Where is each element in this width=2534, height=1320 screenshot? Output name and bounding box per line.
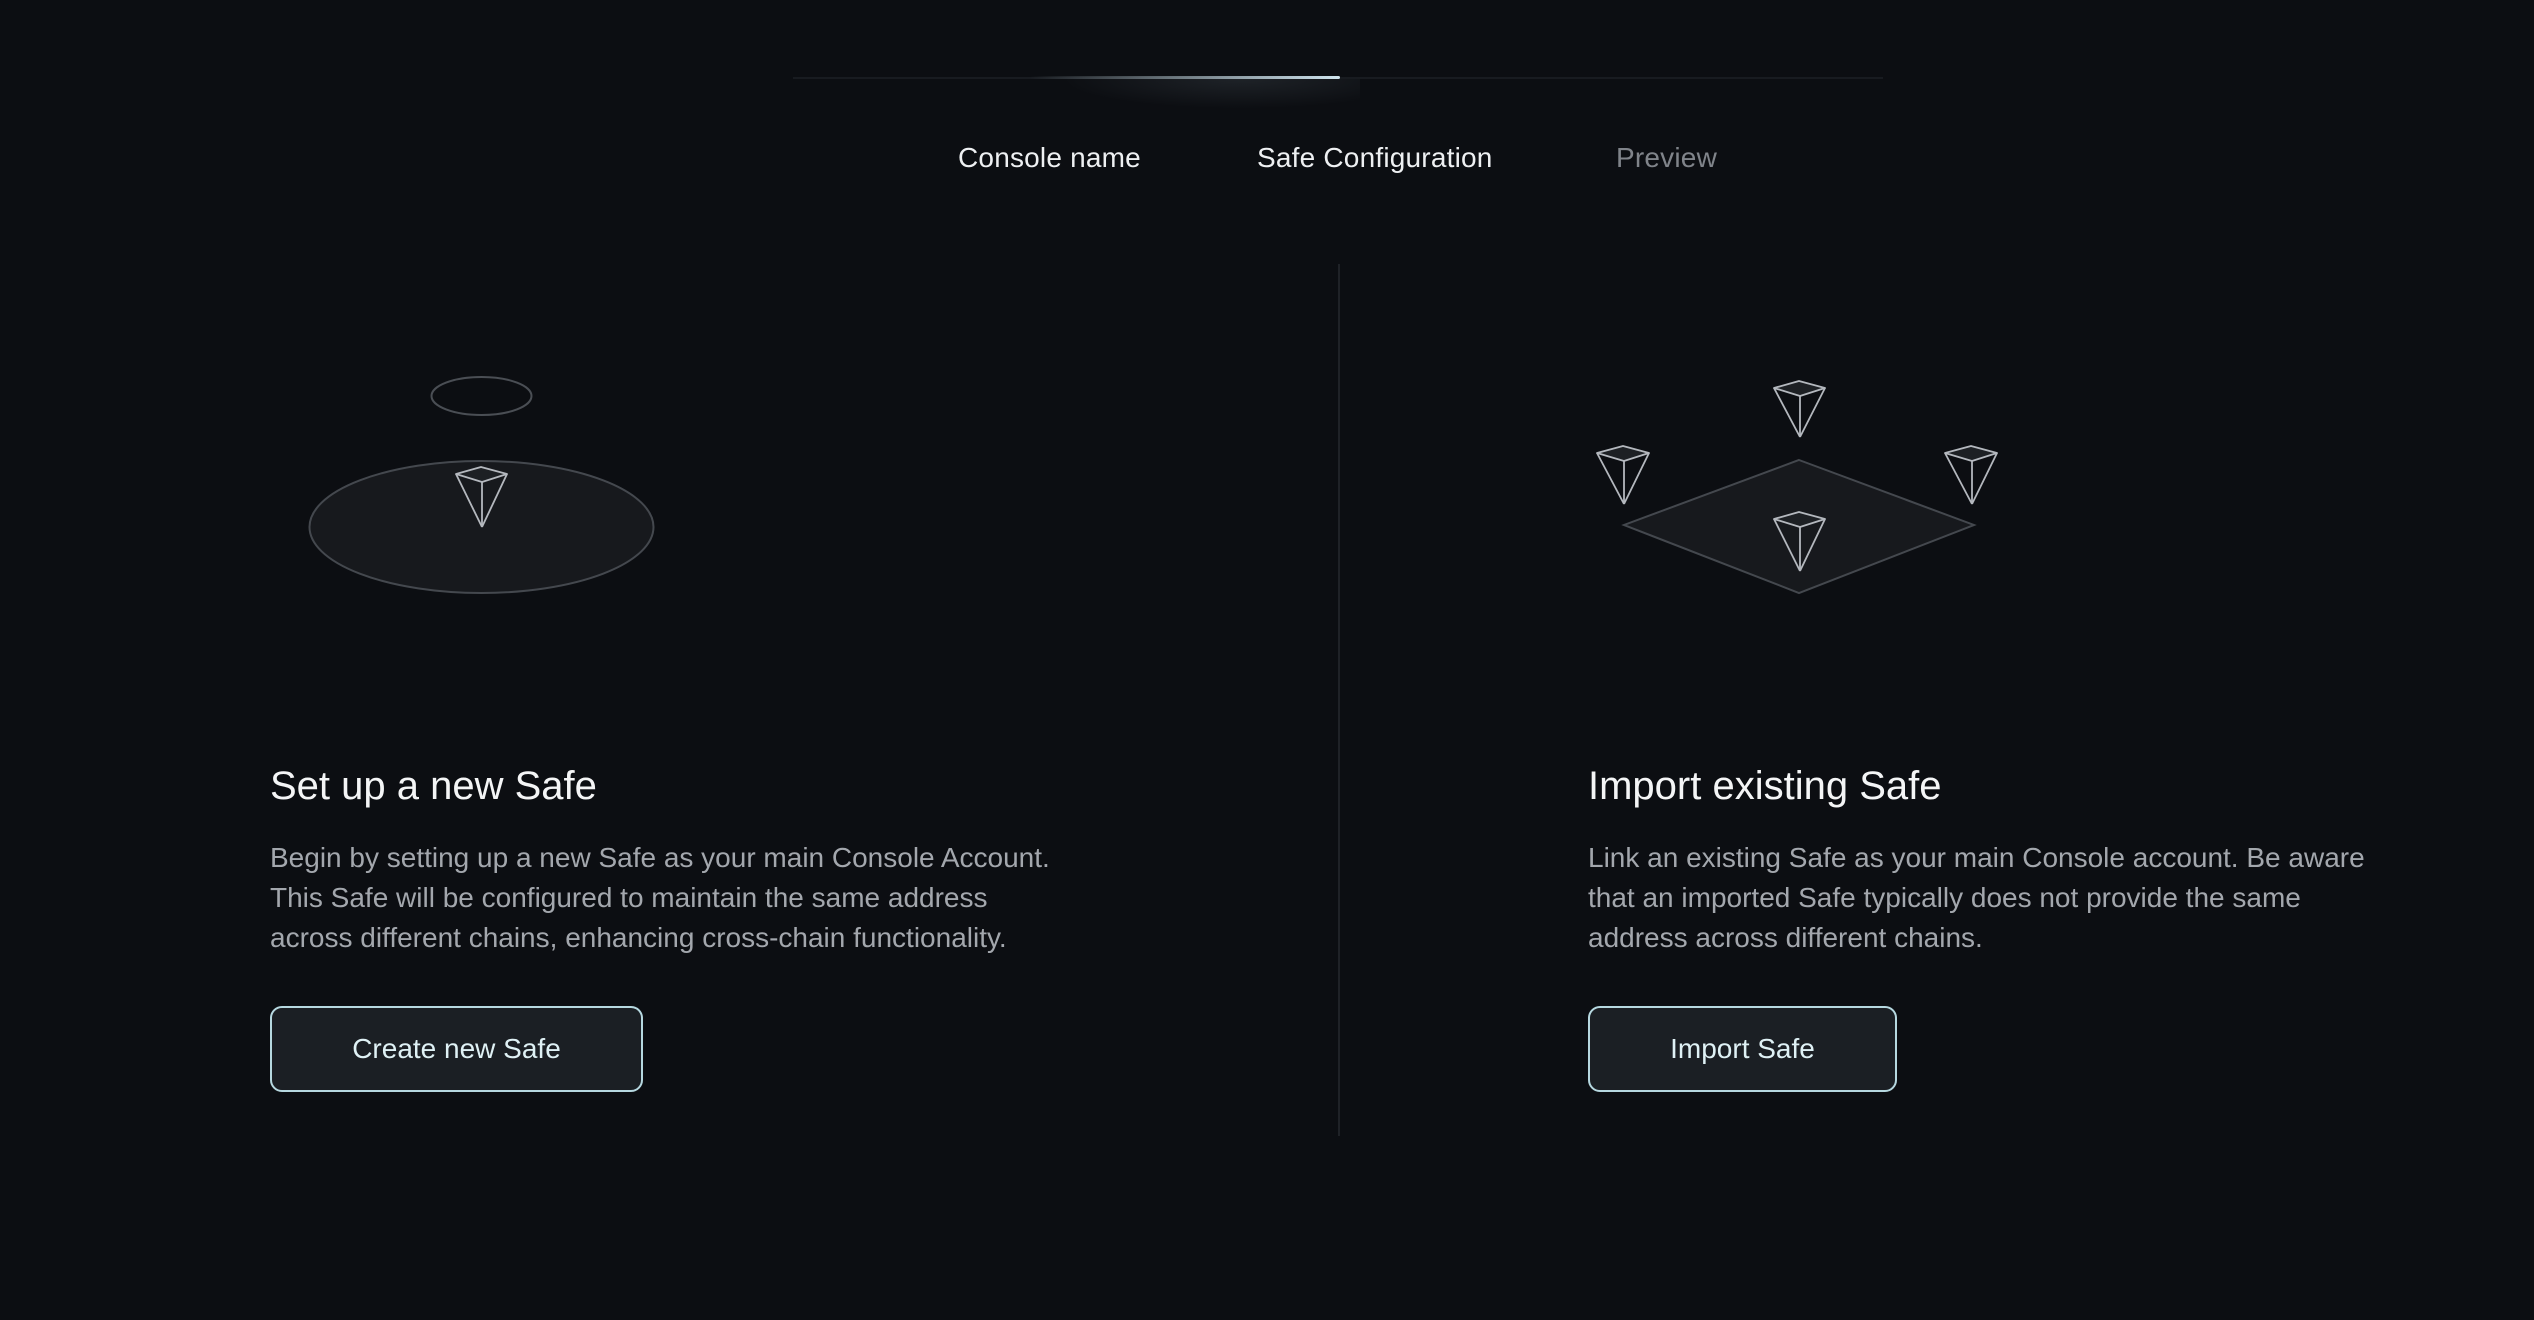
import-safe-description-line: Link an existing Safe as your main Conso… [1588,842,2365,873]
import-safe-description-line: that an imported Safe typically does not… [1588,882,2301,913]
stepper-progress-fill [1030,76,1340,79]
new-safe-title: Set up a new Safe [270,764,597,808]
import-safe-description-line: address across different chains. [1588,922,1983,953]
step-safe-configuration[interactable]: Safe Configuration [1257,140,1493,176]
multi-chain-safe-illustration-icon [1580,365,2030,605]
step-preview[interactable]: Preview [1616,140,1717,176]
new-safe-description: Begin by setting up a new Safe as your m… [270,838,1110,958]
import-safe-button[interactable]: Import Safe [1588,1006,1897,1092]
new-safe-description-line: This Safe will be configured to maintain… [270,882,988,913]
import-safe-title: Import existing Safe [1588,764,1942,808]
column-divider [1338,264,1340,1136]
single-safe-illustration-icon [300,365,670,605]
new-safe-description-line: Begin by setting up a new Safe as your m… [270,842,1050,873]
safe-configuration-page: Console name Safe Configuration Preview [0,0,2534,1320]
stepper-progress-glow [1060,79,1360,109]
create-new-safe-button[interactable]: Create new Safe [270,1006,643,1092]
step-console-name[interactable]: Console name [958,140,1141,176]
new-safe-description-line: across different chains, enhancing cross… [270,922,1007,953]
import-safe-description: Link an existing Safe as your main Conso… [1588,838,2428,958]
